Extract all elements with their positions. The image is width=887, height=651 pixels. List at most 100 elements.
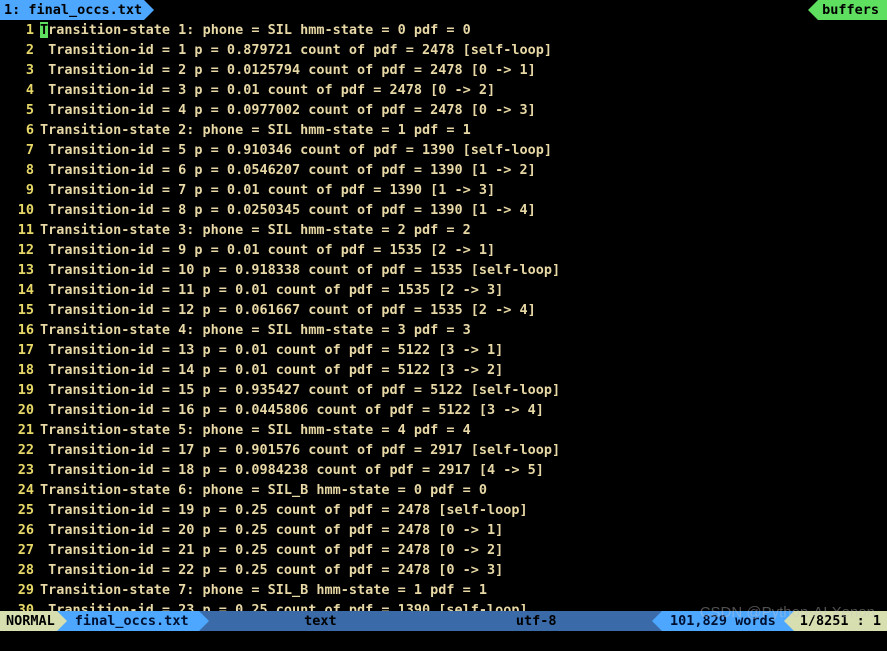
editor-line[interactable]: 5 Transition-id = 4 p = 0.0977002 count … xyxy=(0,100,887,120)
editor-line[interactable]: 7 Transition-id = 5 p = 0.910346 count o… xyxy=(0,140,887,160)
line-number: 25 xyxy=(0,500,40,520)
line-content: Transition-id = 20 p = 0.25 count of pdf… xyxy=(40,520,887,540)
statusline-sep-icon xyxy=(784,611,794,631)
editor-line[interactable]: 19 Transition-id = 15 p = 0.935427 count… xyxy=(0,380,887,400)
line-number: 12 xyxy=(0,240,40,260)
editor-viewport[interactable]: 1Transition-state 1: phone = SIL hmm-sta… xyxy=(0,20,887,611)
line-content: Transition-id = 2 p = 0.0125794 count of… xyxy=(40,60,887,80)
status-middle: text utf-8 xyxy=(209,611,652,631)
line-number: 6 xyxy=(0,120,40,140)
editor-line[interactable]: 4 Transition-id = 3 p = 0.01 count of pd… xyxy=(0,80,887,100)
tab-separator-icon xyxy=(144,0,154,20)
editor-line[interactable]: 6Transition-state 2: phone = SIL hmm-sta… xyxy=(0,120,887,140)
line-number: 13 xyxy=(0,260,40,280)
editor-line[interactable]: 15 Transition-id = 12 p = 0.061667 count… xyxy=(0,300,887,320)
editor-line[interactable]: 12 Transition-id = 9 p = 0.01 count of p… xyxy=(0,240,887,260)
line-number: 15 xyxy=(0,300,40,320)
editor-line[interactable]: 21Transition-state 5: phone = SIL hmm-st… xyxy=(0,420,887,440)
buffers-button[interactable]: buffers xyxy=(818,0,887,20)
buffers-separator-icon xyxy=(808,0,818,20)
editor-line[interactable]: 22 Transition-id = 17 p = 0.901576 count… xyxy=(0,440,887,460)
line-number: 29 xyxy=(0,580,40,600)
line-number: 23 xyxy=(0,460,40,480)
line-number: 10 xyxy=(0,200,40,220)
editor-line[interactable]: 18 Transition-id = 14 p = 0.01 count of … xyxy=(0,360,887,380)
editor-line[interactable]: 30 Transition-id = 23 p = 0.25 count of … xyxy=(0,600,887,611)
line-content: Transition-id = 5 p = 0.910346 count of … xyxy=(40,140,887,160)
line-content: Transition-id = 14 p = 0.01 count of pdf… xyxy=(40,360,887,380)
line-content: Transition-id = 18 p = 0.0984238 count o… xyxy=(40,460,887,480)
line-number: 22 xyxy=(0,440,40,460)
line-number: 3 xyxy=(0,60,40,80)
line-content: Transition-id = 11 p = 0.01 count of pdf… xyxy=(40,280,887,300)
mode-indicator: NORMAL xyxy=(0,611,57,631)
line-content: Transition-id = 23 p = 0.25 count of pdf… xyxy=(40,600,887,611)
editor-line[interactable]: 23 Transition-id = 18 p = 0.0984238 coun… xyxy=(0,460,887,480)
line-number: 24 xyxy=(0,480,40,500)
line-number: 18 xyxy=(0,360,40,380)
editor-line[interactable]: 14 Transition-id = 11 p = 0.01 count of … xyxy=(0,280,887,300)
line-content: Transition-id = 16 p = 0.0445806 count o… xyxy=(40,400,887,420)
editor-line[interactable]: 1Transition-state 1: phone = SIL hmm-sta… xyxy=(0,20,887,40)
editor-line[interactable]: 2 Transition-id = 1 p = 0.879721 count o… xyxy=(0,40,887,60)
line-content: Transition-id = 3 p = 0.01 count of pdf … xyxy=(40,80,887,100)
line-number: 11 xyxy=(0,220,40,240)
line-number: 21 xyxy=(0,420,40,440)
editor-line[interactable]: 20 Transition-id = 16 p = 0.0445806 coun… xyxy=(0,400,887,420)
line-number: 9 xyxy=(0,180,40,200)
line-content: Transition-id = 6 p = 0.0546207 count of… xyxy=(40,160,887,180)
line-content: Transition-id = 9 p = 0.01 count of pdf … xyxy=(40,240,887,260)
buffer-tab[interactable]: 1: final_occs.txt xyxy=(0,0,144,20)
line-number: 5 xyxy=(0,100,40,120)
line-content: Transition-state 7: phone = SIL_B hmm-st… xyxy=(40,580,887,600)
editor-line[interactable]: 17 Transition-id = 13 p = 0.01 count of … xyxy=(0,340,887,360)
editor-line[interactable]: 10 Transition-id = 8 p = 0.0250345 count… xyxy=(0,200,887,220)
editor-line[interactable]: 28 Transition-id = 22 p = 0.25 count of … xyxy=(0,560,887,580)
line-content: Transition-id = 7 p = 0.01 count of pdf … xyxy=(40,180,887,200)
line-content: Transition-state 2: phone = SIL hmm-stat… xyxy=(40,120,887,140)
line-number: 1 xyxy=(0,20,40,40)
line-number: 2 xyxy=(0,40,40,60)
editor-line[interactable]: 25 Transition-id = 19 p = 0.25 count of … xyxy=(0,500,887,520)
line-number: 30 xyxy=(0,600,40,611)
line-content: Transition-id = 21 p = 0.25 count of pdf… xyxy=(40,540,887,560)
line-content: Transition-state 3: phone = SIL hmm-stat… xyxy=(40,220,887,240)
line-number: 8 xyxy=(0,160,40,180)
status-filetype: text xyxy=(304,611,337,631)
editor-line[interactable]: 26 Transition-id = 20 p = 0.25 count of … xyxy=(0,520,887,540)
statusline-sep-icon xyxy=(199,611,209,631)
editor-line[interactable]: 16Transition-state 4: phone = SIL hmm-st… xyxy=(0,320,887,340)
editor-line[interactable]: 8 Transition-id = 6 p = 0.0546207 count … xyxy=(0,160,887,180)
editor-line[interactable]: 9 Transition-id = 7 p = 0.01 count of pd… xyxy=(0,180,887,200)
line-number: 19 xyxy=(0,380,40,400)
editor-line[interactable]: 29Transition-state 7: phone = SIL_B hmm-… xyxy=(0,580,887,600)
cursor: T xyxy=(40,22,48,38)
statusline-sep-icon xyxy=(57,611,67,631)
line-content: Transition-id = 17 p = 0.901576 count of… xyxy=(40,440,887,460)
editor-line[interactable]: 27 Transition-id = 21 p = 0.25 count of … xyxy=(0,540,887,560)
line-number: 4 xyxy=(0,80,40,100)
line-number: 20 xyxy=(0,400,40,420)
line-number: 26 xyxy=(0,520,40,540)
line-number: 14 xyxy=(0,280,40,300)
status-filename: final_occs.txt xyxy=(67,611,199,631)
line-content: Transition-id = 12 p = 0.061667 count of… xyxy=(40,300,887,320)
line-content: Transition-state 6: phone = SIL_B hmm-st… xyxy=(40,480,887,500)
editor-line[interactable]: 24Transition-state 6: phone = SIL_B hmm-… xyxy=(0,480,887,500)
line-content: Transition-id = 10 p = 0.918338 count of… xyxy=(40,260,887,280)
top-bar-spacer xyxy=(154,0,808,20)
line-content: Transition-id = 22 p = 0.25 count of pdf… xyxy=(40,560,887,580)
line-number: 16 xyxy=(0,320,40,340)
statusline-sep-icon xyxy=(652,611,662,631)
line-content: Transition-id = 4 p = 0.0977002 count of… xyxy=(40,100,887,120)
line-number: 27 xyxy=(0,540,40,560)
editor-line[interactable]: 13 Transition-id = 10 p = 0.918338 count… xyxy=(0,260,887,280)
line-number: 28 xyxy=(0,560,40,580)
editor-line[interactable]: 11Transition-state 3: phone = SIL hmm-st… xyxy=(0,220,887,240)
line-content: Transition-id = 15 p = 0.935427 count of… xyxy=(40,380,887,400)
top-bar: 1: final_occs.txt buffers xyxy=(0,0,887,20)
line-number: 7 xyxy=(0,140,40,160)
line-number: 17 xyxy=(0,340,40,360)
editor-line[interactable]: 3 Transition-id = 2 p = 0.0125794 count … xyxy=(0,60,887,80)
line-content: Transition-id = 1 p = 0.879721 count of … xyxy=(40,40,887,60)
